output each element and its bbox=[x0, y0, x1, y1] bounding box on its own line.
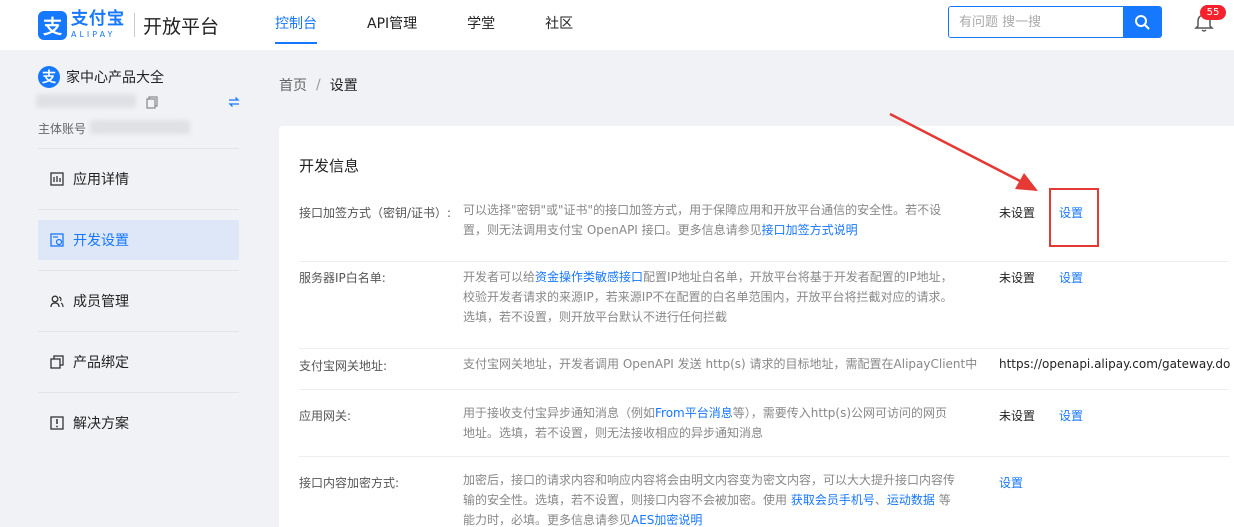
row-label: 应用网关: bbox=[299, 409, 352, 423]
sport-data-link[interactable]: 运动数据 bbox=[887, 493, 935, 507]
nav-console[interactable]: 控制台 bbox=[275, 0, 317, 50]
aes-doc-link[interactable]: AES加密说明 bbox=[631, 513, 702, 527]
desc-line: 用于接收支付宝异步通知消息（例如From平台消息等），需要传入http(s)公网… bbox=[463, 403, 973, 423]
section-title: 开发信息 bbox=[299, 157, 360, 175]
desc-line: 加密后，接口的请求内容和响应内容将会由明文内容变为密文内容，可以大大提升接口内容… bbox=[463, 473, 956, 487]
sidebar-item-label: 解决方案 bbox=[73, 416, 129, 432]
desc-text: 置，则无法调用支付宝 OpenAPI 接口。更多信息请参见 bbox=[463, 223, 762, 237]
row-label: 服务器IP白名单: bbox=[299, 271, 386, 285]
redacted-owner-account bbox=[90, 120, 190, 134]
members-icon bbox=[50, 295, 64, 308]
logo-text: 支付宝 ALIPAY bbox=[71, 11, 125, 39]
status-text: 未设置 bbox=[999, 271, 1036, 285]
from-platform-message-link[interactable]: From平台消息 bbox=[655, 406, 733, 420]
row-description: 开发者可以给资金操作类敏感接口配置IP地址白名单，开放平台将基于开发者配置的IP… bbox=[463, 267, 973, 327]
status-text: 未设置 bbox=[999, 409, 1036, 423]
nav-community[interactable]: 社区 bbox=[545, 0, 573, 50]
search-button[interactable] bbox=[1123, 7, 1161, 37]
dev-info-card: 开发信息 接口加签方式（密钥/证书）: 可以选择"密钥"或"证书"的接口加签方式… bbox=[279, 126, 1234, 527]
row-description: 加密后，接口的请求内容和响应内容将会由明文内容变为密文内容，可以大大提升接口内容… bbox=[463, 470, 973, 527]
desc-line: 输的安全性。选填，若不设置，则接口内容不会被加密。使用 获取会员手机号、运动数据… bbox=[463, 490, 973, 510]
row-app-gateway: 应用网关: 用于接收支付宝异步通知消息（例如From平台消息等），需要传入htt… bbox=[299, 391, 1229, 457]
owner-account-label: 主体账号 bbox=[38, 122, 87, 136]
ip-whitelist-set-button[interactable]: 设置 bbox=[1059, 269, 1083, 286]
sidebar-item-dev-settings[interactable]: 开发设置 bbox=[38, 209, 239, 270]
app-gateway-set-button[interactable]: 设置 bbox=[1059, 407, 1083, 424]
platform-title: 开放平台 bbox=[143, 15, 220, 38]
solution-icon bbox=[50, 416, 64, 430]
sidebar-item-label: 应用详情 bbox=[73, 172, 129, 188]
row-label: 支付宝网关地址: bbox=[299, 359, 388, 373]
row-ip-whitelist: 服务器IP白名单: 开发者可以给资金操作类敏感接口配置IP地址白名单，开放平台将… bbox=[299, 263, 1229, 349]
member-phone-link[interactable]: 获取会员手机号 bbox=[791, 493, 875, 507]
sidebar-item-solution[interactable]: 解决方案 bbox=[38, 392, 239, 453]
top-header: 支 支付宝 ALIPAY 开放平台 控制台 API管理 学堂 社区 55 bbox=[0, 0, 1234, 50]
sensitive-api-link[interactable]: 资金操作类敏感接口 bbox=[535, 270, 643, 284]
desc-text: 输的安全性。选填，若不设置，则接口内容不会被加密。使用 bbox=[463, 493, 791, 507]
desc-line: 可以选择"密钥"或"证书"的接口加签方式，用于保障应用和开放平台通信的安全性。若… bbox=[463, 203, 942, 217]
desc-text: 能力时，必填。更多信息请参见 bbox=[463, 513, 632, 527]
breadcrumb-home[interactable]: 首页 bbox=[279, 75, 307, 95]
alipay-logo[interactable]: 支 支付宝 ALIPAY 开放平台 bbox=[38, 9, 219, 41]
breadcrumb: 首页 / 设置 bbox=[279, 75, 358, 95]
app-name: 家中心产品大全 bbox=[66, 70, 164, 86]
row-description: 用于接收支付宝异步通知消息（例如From平台消息等），需要传入http(s)公网… bbox=[463, 403, 973, 443]
row-description: 支付宝网关地址，开发者调用 OpenAPI 发送 http(s) 请求的目标地址… bbox=[463, 354, 993, 374]
desc-text: 等 bbox=[934, 493, 951, 507]
app-detail-icon bbox=[50, 172, 64, 186]
row-content-encryption: 接口内容加密方式: 加密后，接口的请求内容和响应内容将会由明文内容变为密文内容，… bbox=[299, 458, 1229, 527]
product-bind-icon bbox=[50, 355, 64, 369]
desc-line: 校验开发者请求的来源IP，若来源IP不在配置的白名单范围内，开放平台将拦截对应的… bbox=[463, 290, 953, 304]
row-label: 接口内容加密方式: bbox=[299, 476, 400, 490]
redacted-app-id bbox=[36, 94, 136, 108]
alipay-logo-icon: 支 bbox=[38, 10, 67, 40]
desc-line: 开发者可以给资金操作类敏感接口配置IP地址白名单，开放平台将基于开发者配置的IP… bbox=[463, 267, 973, 287]
side-menu: 应用详情 开发设置 成员管理 产品绑定 解决方案 bbox=[38, 148, 239, 453]
sidebar-item-label: 成员管理 bbox=[73, 294, 129, 310]
desc-text: 配置IP地址白名单，开放平台将基于开发者配置的IP地址， bbox=[643, 270, 953, 284]
sidebar-item-app-detail[interactable]: 应用详情 bbox=[38, 148, 239, 209]
app-icon: 支 bbox=[38, 66, 60, 88]
notification-badge: 55 bbox=[1200, 5, 1226, 20]
desc-text: 、 bbox=[874, 493, 887, 507]
row-description: 可以选择"密钥"或"证书"的接口加签方式，用于保障应用和开放平台通信的安全性。若… bbox=[463, 200, 973, 240]
content-encryption-set-button[interactable]: 设置 bbox=[999, 474, 1023, 491]
copy-icon[interactable] bbox=[146, 96, 158, 109]
sidebar-item-label: 产品绑定 bbox=[73, 355, 129, 371]
status-text: 未设置 bbox=[999, 206, 1036, 220]
desc-text: 开发者可以给 bbox=[463, 270, 536, 284]
desc-line: 能力时，必填。更多信息请参见AES加密说明 bbox=[463, 510, 973, 527]
nav-api-management[interactable]: API管理 bbox=[367, 0, 417, 50]
desc-line: 地址。选填，若不设置，则无法接收相应的异步通知消息 bbox=[463, 426, 764, 440]
logo-cn: 支付宝 bbox=[71, 9, 125, 29]
sidebar: 支 家中心产品大全 主体账号 应用详情 开发设置 成员管理 产品绑定 解决方案 bbox=[0, 50, 259, 527]
desc-text: 用于接收支付宝异步通知消息（例如 bbox=[463, 406, 656, 420]
sidebar-item-members[interactable]: 成员管理 bbox=[38, 270, 239, 331]
switch-app-icon[interactable] bbox=[228, 96, 240, 108]
logo-en: ALIPAY bbox=[71, 30, 116, 39]
nav-academy[interactable]: 学堂 bbox=[467, 0, 495, 50]
breadcrumb-current: 设置 bbox=[329, 78, 358, 94]
desc-line: 选填，若不设置，则开放平台默认不进行任何拦截 bbox=[463, 310, 728, 324]
search-icon bbox=[1135, 15, 1150, 30]
breadcrumb-separator: / bbox=[316, 77, 321, 93]
annotation-highlight-box bbox=[1049, 188, 1099, 247]
app-switcher[interactable]: 支 家中心产品大全 bbox=[38, 66, 164, 88]
row-label: 接口加签方式（密钥/证书）: bbox=[299, 206, 452, 220]
dev-settings-icon bbox=[50, 233, 64, 247]
desc-line: 置，则无法调用支付宝 OpenAPI 接口。更多信息请参见接口加签方式说明 bbox=[463, 220, 973, 240]
top-nav: 控制台 API管理 学堂 社区 bbox=[275, 0, 623, 50]
search-input[interactable] bbox=[949, 7, 1123, 37]
desc-line: 支付宝网关地址，开发者调用 OpenAPI 发送 http(s) 请求的目标地址… bbox=[463, 357, 978, 371]
search-box bbox=[948, 6, 1162, 38]
desc-text: 等），需要传入http(s)公网可访问的网页 bbox=[732, 406, 947, 420]
row-gateway-address: 支付宝网关地址: 支付宝网关地址，开发者调用 OpenAPI 发送 http(s… bbox=[299, 350, 1231, 390]
sidebar-item-product-bind[interactable]: 产品绑定 bbox=[38, 331, 239, 392]
sidebar-item-label: 开发设置 bbox=[73, 233, 129, 249]
gateway-url: https://openapi.alipay.com/gateway.do bbox=[999, 357, 1231, 371]
sign-method-doc-link[interactable]: 接口加签方式说明 bbox=[762, 223, 858, 237]
logo-divider bbox=[134, 13, 135, 37]
